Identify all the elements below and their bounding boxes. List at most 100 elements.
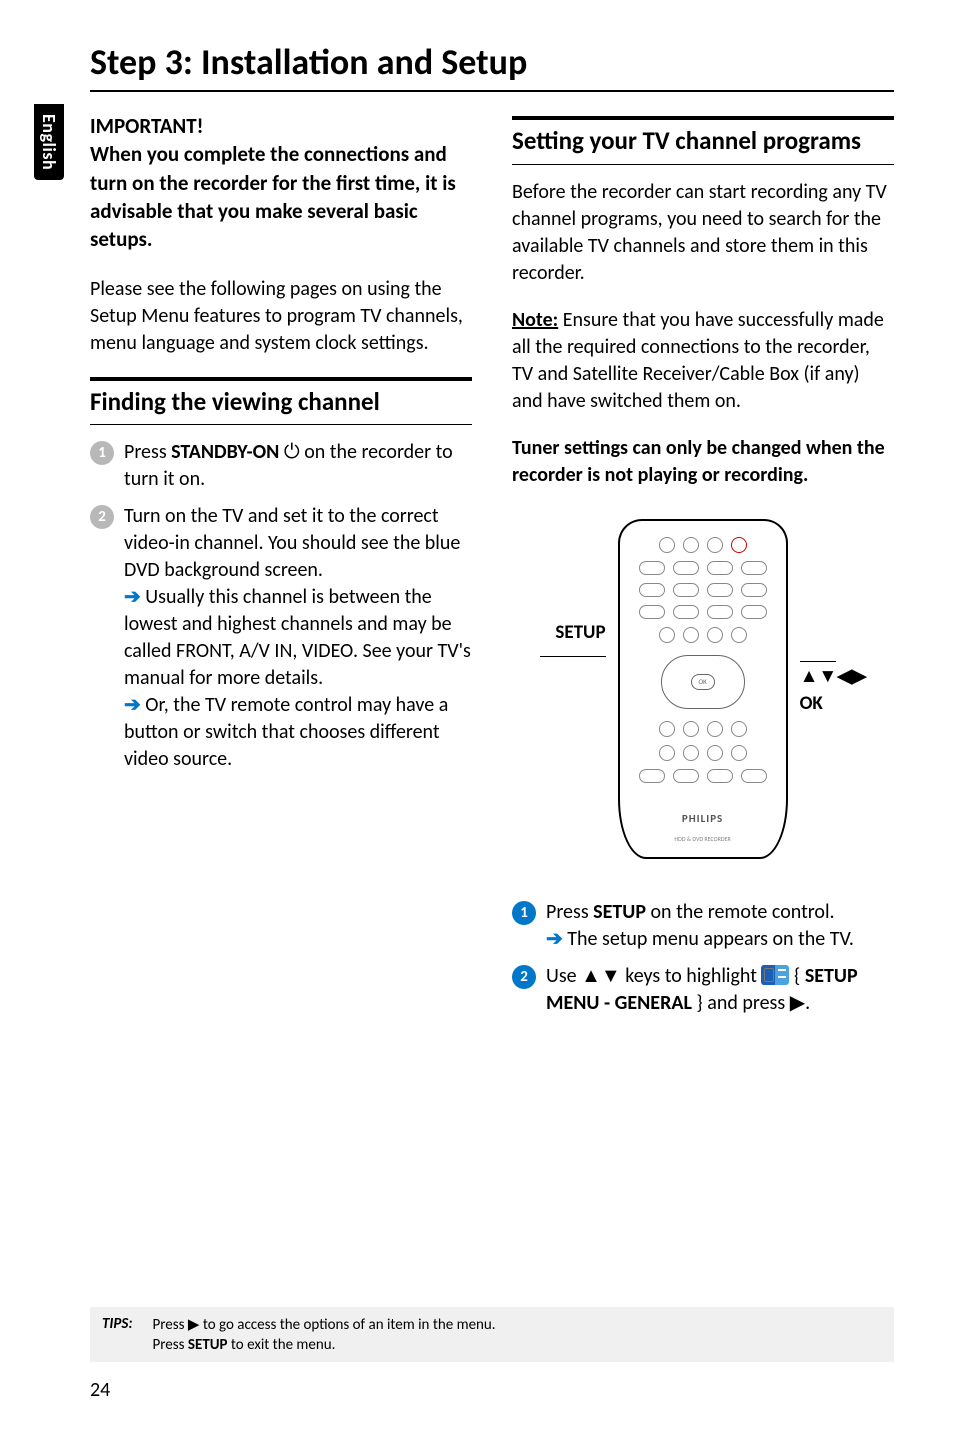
remote-button [707, 605, 733, 619]
arrow-keys-label: ▲▼◀▶ [800, 664, 867, 690]
standby-on-label: STANDBY-ON [171, 440, 279, 464]
remote-button [741, 605, 767, 619]
step-number-2: 2 [90, 505, 114, 529]
arrow-icon: ➔ [124, 693, 141, 717]
remote-button [707, 561, 733, 575]
right-step-2-body: Use ▲▼ keys to highlight { SETUP MENU - … [546, 963, 894, 1017]
button-row [639, 605, 767, 619]
section-rule-thin [90, 424, 472, 425]
tips-l1-arrow: ▶ [188, 1316, 200, 1334]
language-tab: English [34, 104, 64, 180]
tips-l1-pre: Press [153, 1316, 188, 1334]
intro-paragraph: Please see the following pages on using … [90, 276, 472, 357]
remote-button [707, 537, 723, 553]
left-column: IMPORTANT! When you complete the connect… [90, 112, 472, 1025]
step-number-1: 1 [90, 441, 114, 465]
arrow-icon: ➔ [546, 927, 563, 951]
remote-button [639, 769, 665, 783]
remote-button [731, 745, 747, 761]
remote-button [683, 721, 699, 737]
tips-l2-post: to exit the menu. [228, 1336, 336, 1354]
tuner-warning: Tuner settings can only be changed when … [512, 435, 894, 489]
step-2-note-2: ➔ Or, the TV remote control may have a b… [124, 692, 472, 773]
step-2-body: Turn on the TV and set it to the correct… [124, 503, 472, 773]
button-row [639, 561, 767, 575]
page-title: Step 3: Installation and Setup [90, 40, 894, 84]
menu-brace-close: } and press [692, 991, 790, 1015]
remote-button [673, 561, 699, 575]
remote-button [673, 769, 699, 783]
remote-button [659, 745, 675, 761]
section-rule [90, 377, 472, 381]
callout-line [540, 656, 606, 657]
remote-button [741, 769, 767, 783]
right-column: Setting your TV channel programs Before … [512, 112, 894, 1025]
tips-l1-post: to go access the options of an item in t… [199, 1316, 495, 1334]
remote-button [639, 605, 665, 619]
remote-button [659, 537, 675, 553]
remote-button [707, 769, 733, 783]
tips-label: TIPS: [102, 1315, 133, 1354]
button-row [659, 537, 747, 553]
right-arrow: ▶ [790, 991, 805, 1015]
remote-button [639, 561, 665, 575]
title-rule [90, 90, 894, 92]
menu-icon [761, 965, 789, 985]
note-paragraph: Note: Ensure that you have successfully … [512, 307, 894, 415]
note-body: Ensure that you have successfully made a… [512, 308, 884, 413]
remote-button [707, 745, 723, 761]
button-row [639, 769, 767, 783]
step-number-1: 1 [512, 901, 536, 925]
step-number-2: 2 [512, 965, 536, 989]
section-rule-thin [512, 164, 894, 165]
content-columns: IMPORTANT! When you complete the connect… [90, 112, 894, 1025]
right-step-2: 2 Use ▲▼ keys to highlight { SETUP MENU … [512, 963, 894, 1017]
tips-setup-cmd: SETUP [188, 1336, 228, 1354]
power-icon: ⏻ [279, 440, 304, 464]
page-number: 24 [90, 1378, 110, 1402]
remote-control-illustration: OK PHILIPS HDD & DVD RECORDER [618, 519, 788, 859]
arrow-icon: ➔ [124, 585, 141, 609]
step-2-main: Turn on the TV and set it to the correct… [124, 503, 472, 584]
note-label: Note: [512, 308, 558, 332]
important-body: When you complete the connections and tu… [90, 140, 472, 253]
tips-body: Press ▶ to go access the options of an i… [153, 1315, 496, 1354]
sub-brand-label: HDD & DVD RECORDER [674, 835, 730, 843]
remote-button [683, 745, 699, 761]
remote-button [683, 627, 699, 643]
remote-button [659, 721, 675, 737]
callout-line [800, 661, 836, 662]
remote-button [741, 561, 767, 575]
tips-bar: TIPS: Press ▶ to go access the options o… [90, 1307, 894, 1362]
remote-button [731, 627, 747, 643]
brand-label: PHILIPS [682, 812, 723, 827]
remote-button [707, 627, 723, 643]
remote-button [673, 605, 699, 619]
tips-line-1: Press ▶ to go access the options of an i… [153, 1315, 496, 1334]
r-step2-pre: Use [546, 964, 581, 988]
ok-label: OK [800, 691, 823, 717]
button-row [659, 627, 747, 643]
step-1-body: Press STANDBY-ON ⏻ on the recorder to tu… [124, 439, 472, 493]
step-1-pre: Press [124, 440, 171, 464]
menu-brace-open: { [794, 964, 805, 988]
r-step1-result: ➔ The setup menu appears on the TV. [546, 926, 894, 953]
remote-button [673, 583, 699, 597]
updown-keys: ▲▼ [581, 964, 621, 988]
right-step-1-body: Press SETUP on the remote control. ➔ The… [546, 899, 894, 953]
remote-button [707, 721, 723, 737]
r-step1-arrow-text: The setup menu appears on the TV. [567, 927, 854, 951]
step-2: 2 Turn on the TV and set it to the corre… [90, 503, 472, 773]
page: English Step 3: Installation and Setup I… [0, 0, 954, 1432]
ok-button: OK [691, 674, 715, 690]
setting-tv-heading: Setting your TV channel programs [512, 124, 894, 158]
important-heading: IMPORTANT! [90, 112, 472, 140]
r-step2-mid: keys to highlight [621, 964, 762, 988]
remote-button [731, 537, 747, 553]
r-step1-pre: Press [546, 900, 593, 924]
button-row [659, 721, 747, 737]
setup-cmd: SETUP [593, 900, 646, 924]
finding-channel-heading: Finding the viewing channel [90, 385, 472, 419]
setup-callout: SETUP [540, 620, 606, 657]
step-2-note-2-text: Or, the TV remote control may have a but… [124, 693, 448, 771]
